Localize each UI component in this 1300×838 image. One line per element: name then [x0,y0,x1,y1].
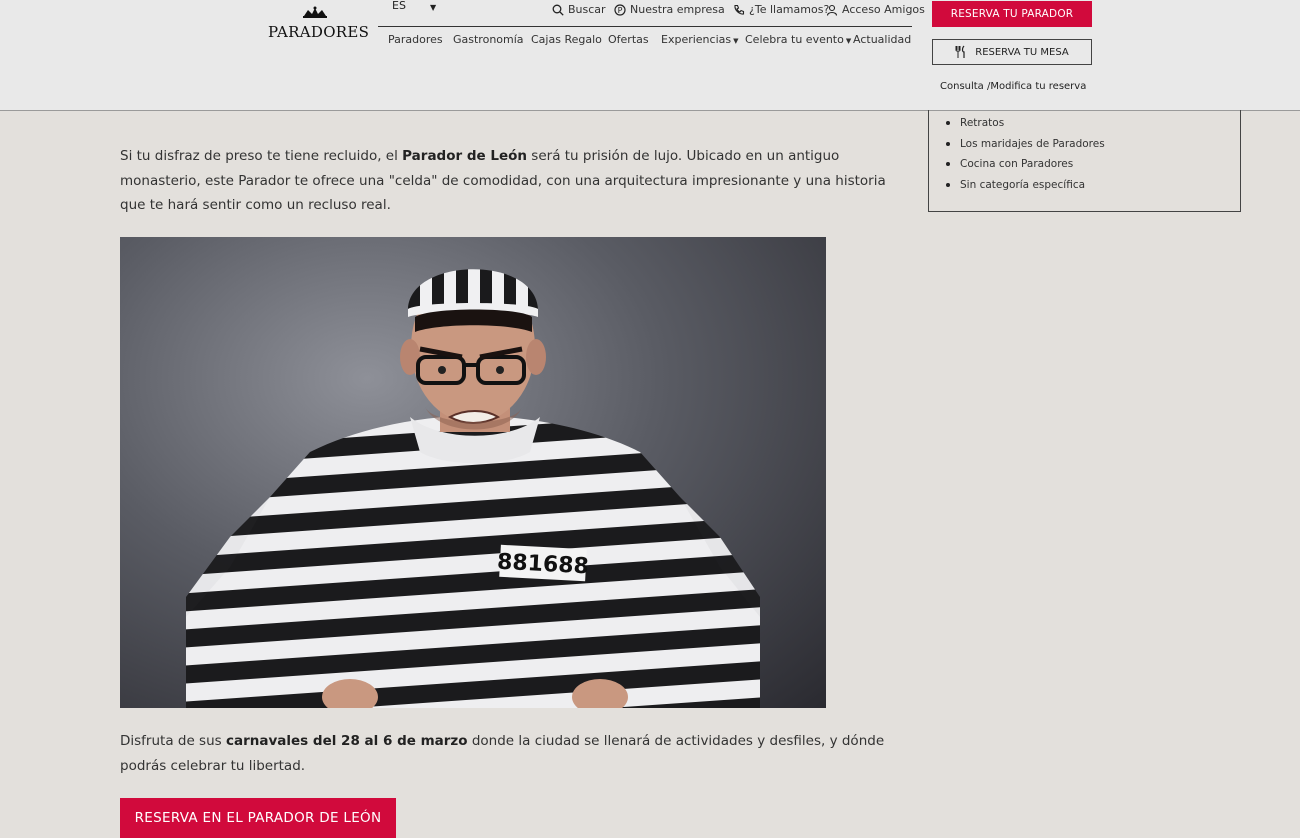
paradores-logo[interactable]: PARADORES [268,6,370,46]
caret-down-icon: ▼ [845,37,852,45]
nav-celebra-label: Celebra tu evento [745,33,844,46]
reserve-leon-button[interactable]: RESERVA EN EL PARADOR DE LEÓN [120,798,396,838]
carnival-dates: carnavales del 28 al 6 de marzo [225,733,468,749]
sidebar-item-maridajes[interactable]: Los maridajes de Paradores [946,137,1105,158]
intro-paragraph: Si tu disfraz de preso te tiene recluido… [120,144,910,218]
reserve-parador-button[interactable]: RESERVA TU PARADOR [932,1,1092,27]
carnival-text-a: Disfruta de sus [120,733,226,749]
sidebar-item-sin-categoria[interactable]: Sin categoría específica [946,178,1105,199]
cutlery-icon [955,45,965,58]
carnival-paragraph: Disfruta de sus carnavales del 28 al 6 d… [120,729,910,778]
search-link[interactable]: Buscar [552,3,606,16]
parador-leon-link[interactable]: Parador de León [402,148,527,164]
logo-text: PARADORES [268,23,370,41]
nav-item-paradores[interactable]: Paradores [388,33,443,46]
nav-item-gastronomia[interactable]: Gastronomía [453,33,524,46]
intro-text-a: Si tu disfraz de preso te tiene recluido… [120,148,403,164]
callback-link[interactable]: ¿Te llamamos? [733,3,829,16]
nav-item-cajas-regalo[interactable]: Cajas Regalo [531,33,602,46]
header-divider [378,26,912,27]
search-label: Buscar [568,3,606,16]
company-link[interactable]: P Nuestra empresa [614,3,725,16]
svg-text:P: P [618,6,623,15]
company-label: Nuestra empresa [630,3,725,16]
nav-item-celebra[interactable]: Celebra tu evento ▼ [745,33,851,46]
prisoner-number: 881688 [496,550,589,580]
phone-icon [734,4,745,15]
sidebar-item-cocina[interactable]: Cocina con Paradores [946,157,1105,178]
nav-item-actualidad[interactable]: Actualidad [853,33,911,46]
nav-item-experiencias[interactable]: Experiencias ▼ [661,33,739,46]
prisoner-costume-photo: 881688 [120,237,826,708]
reserve-table-label: RESERVA TU MESA [975,46,1069,58]
search-icon [552,4,564,16]
caret-down-icon: ▼ [733,37,739,45]
user-icon [826,4,838,16]
caret-down-icon[interactable]: ▼ [430,3,436,12]
friends-login-label: Acceso Amigos [842,3,925,16]
site-header: PARADORES ES ▼ Buscar P Nuestra empresa … [0,0,1300,111]
sidebar-item-retratos[interactable]: Retratos [946,116,1105,137]
crown-icon [303,6,327,18]
prisoner-illustration: 881688 [186,269,760,708]
language-selector[interactable]: ES [392,0,406,12]
info-icon: P [614,3,626,16]
reserve-table-button[interactable]: RESERVA TU MESA [932,39,1092,65]
nav-experiencias-label: Experiencias [661,33,732,46]
friends-login-link[interactable]: Acceso Amigos [826,3,925,16]
callback-label: ¿Te llamamos? [749,3,830,16]
nav-item-ofertas[interactable]: Ofertas [608,33,649,46]
category-list: Retratos Los maridajes de Paradores Coci… [946,116,1105,199]
manage-booking-link[interactable]: Consulta /Modifica tu reserva [940,81,1086,92]
category-sidebar: Retratos Los maridajes de Paradores Coci… [928,110,1241,212]
